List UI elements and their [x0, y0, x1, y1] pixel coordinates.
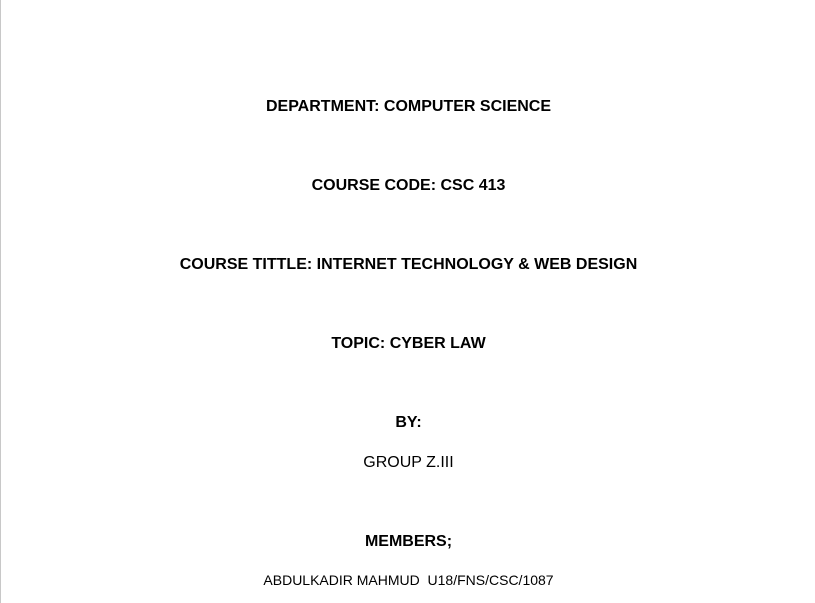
department-line: DEPARTMENT: COMPUTER SCIENCE	[265, 98, 552, 115]
topic-line: TOPIC: CYBER LAW	[331, 335, 486, 352]
document-page: DEPARTMENT: COMPUTER SCIENCE COURSE CODE…	[0, 0, 815, 603]
course-title-line: COURSE TITTLE: INTERNET TECHNOLOGY & WEB…	[179, 256, 638, 273]
member-line: ABDULKADIR MAHMUD U18/FNS/CSC/1087	[263, 572, 554, 588]
members-label: MEMBERS;	[364, 533, 453, 550]
group-line: GROUP Z.III	[363, 454, 454, 471]
by-label: BY:	[395, 414, 422, 431]
course-code-line: COURSE CODE: CSC 413	[311, 177, 506, 194]
